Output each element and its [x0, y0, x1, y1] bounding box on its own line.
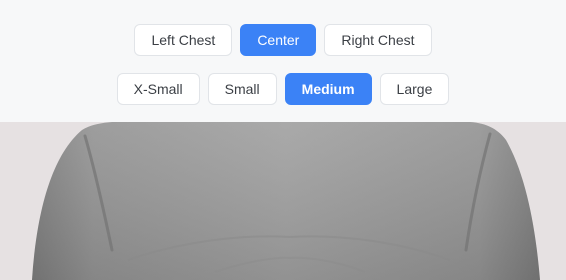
tshirt-image: [0, 122, 566, 280]
size-x-small-button[interactable]: X-Small: [116, 73, 200, 105]
options-panel: Left Chest Center Right Chest X-Small Sm…: [0, 0, 566, 122]
shirt-customizer: Left Chest Center Right Chest X-Small Sm…: [0, 0, 566, 280]
size-medium-button[interactable]: Medium: [284, 73, 372, 105]
print-position-selector: Left Chest Center Right Chest: [0, 24, 566, 56]
shirt-preview: [0, 122, 566, 280]
position-left-chest-button[interactable]: Left Chest: [134, 24, 233, 56]
position-center-button[interactable]: Center: [240, 24, 317, 56]
size-small-button[interactable]: Small: [207, 73, 277, 105]
position-right-chest-button[interactable]: Right Chest: [324, 24, 432, 56]
print-size-selector: X-Small Small Medium Large: [0, 73, 566, 105]
size-large-button[interactable]: Large: [379, 73, 450, 105]
